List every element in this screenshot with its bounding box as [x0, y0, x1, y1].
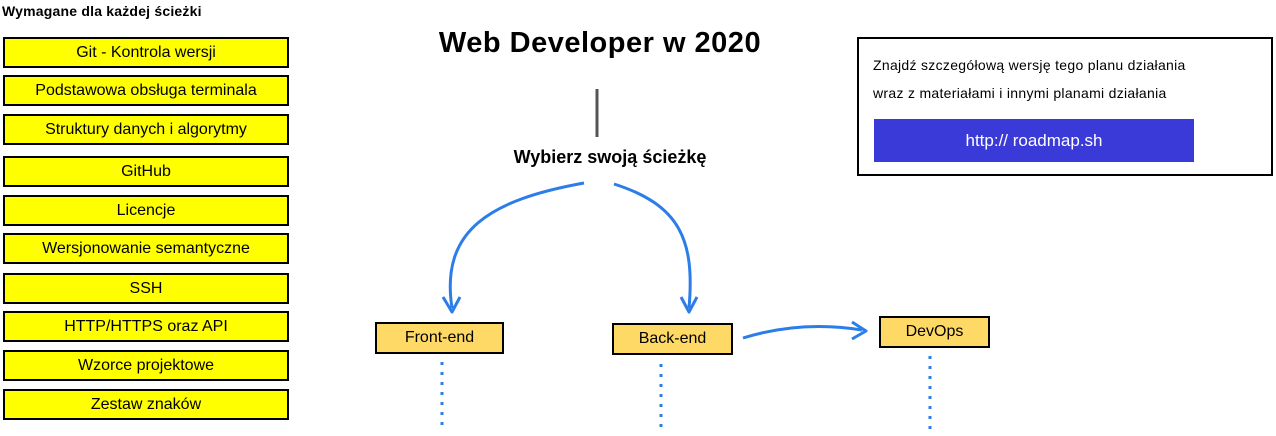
- path-node-devops[interactable]: DevOps: [879, 316, 990, 348]
- roadmap-link-button[interactable]: http:// roadmap.sh: [874, 119, 1194, 162]
- path-node-backend[interactable]: Back-end: [612, 323, 733, 355]
- arrow-to-frontend: [448, 181, 585, 309]
- info-text-line-1: Znajdź szczegółową wersję tego planu dzi…: [873, 57, 1186, 73]
- path-node-frontend[interactable]: Front-end: [375, 322, 504, 354]
- arrow-to-devops: [742, 325, 863, 340]
- info-text-line-2: wraz z materiałami i innymi planami dzia…: [873, 85, 1167, 101]
- choose-path-label: Wybierz swoją ścieżkę: [513, 147, 707, 167]
- arrow-to-backend: [613, 182, 692, 309]
- info-box: Znajdź szczegółową wersję tego planu dzi…: [857, 37, 1273, 176]
